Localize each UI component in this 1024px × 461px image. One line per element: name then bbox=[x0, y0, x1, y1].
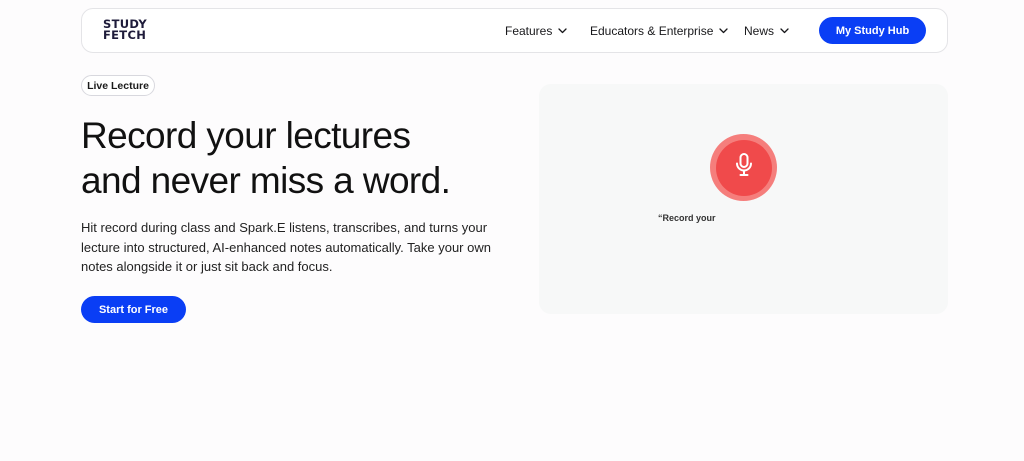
nav-item-label: News bbox=[744, 23, 775, 38]
live-lecture-badge: Live Lecture bbox=[81, 75, 155, 96]
live-lecture-demo-panel: “Record your bbox=[539, 84, 948, 314]
studyfetch-logo[interactable]: STUDY FETCH bbox=[103, 18, 147, 42]
headline-line-1: Record your lectures bbox=[81, 115, 411, 156]
page-title: Record your lectures and never miss a wo… bbox=[81, 113, 521, 203]
nav-item-label: Educators & Enterprise bbox=[590, 23, 714, 38]
chevron-down-icon bbox=[558, 27, 568, 34]
chevron-down-icon bbox=[719, 27, 729, 34]
top-navbar: STUDY FETCH Features Educators & Enterpr… bbox=[81, 8, 948, 53]
nav-item-label: Features bbox=[505, 23, 553, 38]
microphone-icon bbox=[734, 153, 754, 182]
start-for-free-button[interactable]: Start for Free bbox=[81, 296, 186, 323]
nav-item-features[interactable]: Features bbox=[505, 9, 568, 52]
record-button-core bbox=[715, 139, 772, 196]
hero-description: Hit record during class and Spark.E list… bbox=[81, 220, 491, 274]
live-transcript-text: “Record your bbox=[658, 213, 716, 223]
nav-item-educators-enterprise[interactable]: Educators & Enterprise bbox=[590, 9, 729, 52]
nav-item-news[interactable]: News bbox=[744, 9, 789, 52]
record-button[interactable] bbox=[710, 134, 777, 201]
my-study-hub-button[interactable]: My Study Hub bbox=[819, 17, 926, 44]
chevron-down-icon bbox=[780, 27, 789, 34]
headline-line-2: and never miss a word. bbox=[81, 160, 451, 201]
logo-line-2: FETCH bbox=[103, 28, 147, 42]
